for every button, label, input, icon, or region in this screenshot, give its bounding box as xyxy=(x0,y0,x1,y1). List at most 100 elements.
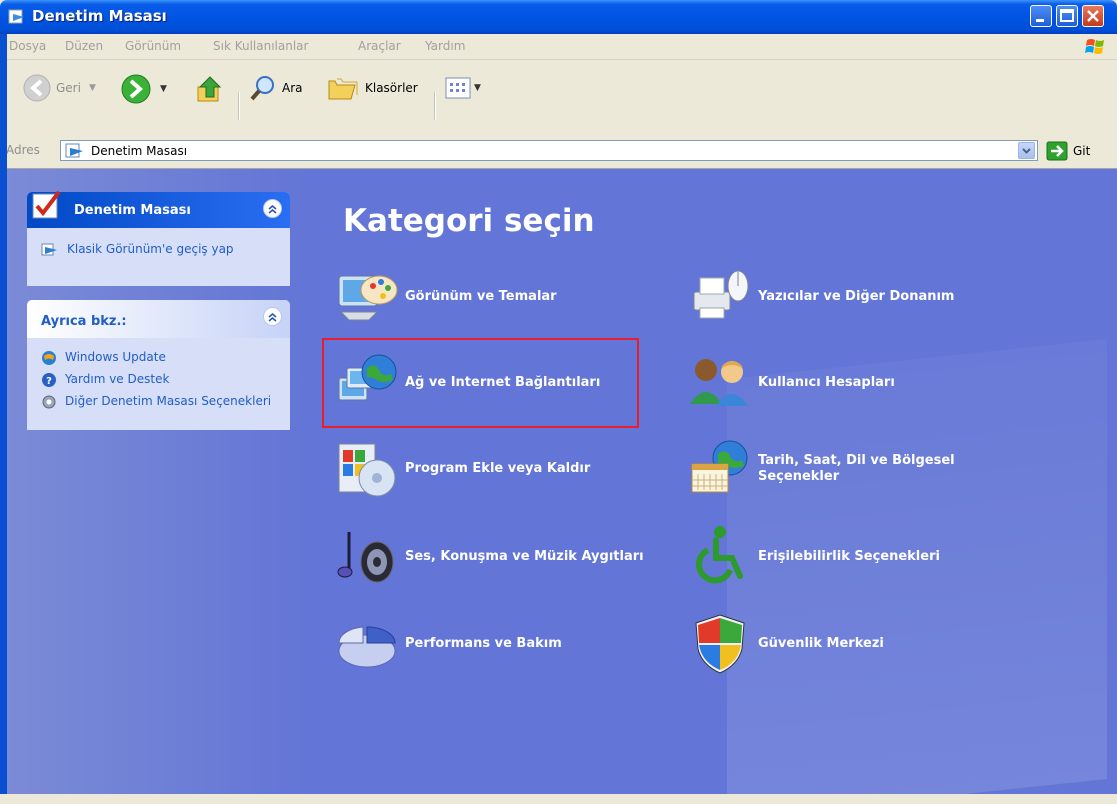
search-icon xyxy=(250,76,274,101)
back-button[interactable]: Geri ▼ xyxy=(22,73,96,103)
printers-hardware-icon xyxy=(693,270,749,319)
control-panel-icon xyxy=(8,9,24,24)
minimize-button[interactable] xyxy=(1030,5,1052,27)
maximize-icon xyxy=(1060,9,1074,22)
go-label: Git xyxy=(1073,144,1091,158)
address-input[interactable]: Denetim Masası xyxy=(60,140,1038,161)
sound-speech-music-icon xyxy=(337,532,394,583)
see-also-taskbox: Ayrıca bkz.: Windows Update ? Yardım ve … xyxy=(27,300,290,430)
appearance-themes-icon xyxy=(338,275,398,321)
other-options-label: Diğer Denetim Masası Seçenekleri xyxy=(65,394,272,408)
window-border xyxy=(0,34,7,804)
up-folder-icon xyxy=(197,76,222,102)
address-label: Adres xyxy=(6,143,40,157)
close-icon xyxy=(1087,10,1099,22)
folders-button[interactable]: Klasörler xyxy=(327,73,418,103)
go-button[interactable]: Git xyxy=(1046,141,1090,161)
windows-update-link[interactable]: Windows Update xyxy=(41,350,278,366)
address-dropdown-button[interactable] xyxy=(1018,142,1035,159)
help-support-link[interactable]: ? Yardım ve Destek xyxy=(41,372,278,388)
window-bottom-border xyxy=(0,794,1117,804)
svg-text:?: ? xyxy=(46,376,52,387)
category-label: Tarih, Saat, Dil ve Bölgesel Seçenekler xyxy=(758,453,955,484)
up-folder-button[interactable] xyxy=(194,73,226,105)
forward-arrow-icon xyxy=(121,74,151,104)
control-panel-taskbox: Denetim Masası Klasik Görünüm'e geçiş ya… xyxy=(27,190,290,286)
category-user-accounts[interactable]: Kullanıcı Hesapları xyxy=(686,348,895,418)
gear-icon xyxy=(42,395,56,409)
category-performance-maintenance[interactable]: Performans ve Bakım xyxy=(333,609,562,679)
collapse-button[interactable] xyxy=(263,307,282,326)
help-icon: ? xyxy=(42,373,56,387)
control-panel-checkmark-icon xyxy=(32,190,61,219)
category-label: Program Ekle veya Kaldır xyxy=(405,461,591,476)
category-label: Kullanıcı Hesapları xyxy=(758,375,895,390)
views-icon xyxy=(445,77,471,99)
category-label: Görünüm ve Temalar xyxy=(405,289,557,304)
chevron-down-icon xyxy=(1022,148,1031,154)
maximize-button[interactable] xyxy=(1056,5,1078,27)
user-accounts-icon xyxy=(690,359,748,406)
menu-help[interactable]: Yardım xyxy=(425,39,465,53)
highlight-box xyxy=(322,338,639,428)
performance-maintenance-icon xyxy=(338,626,396,668)
menu-tools[interactable]: Araçlar xyxy=(358,39,401,53)
category-label: Ses, Konuşma ve Müzik Aygıtları xyxy=(405,549,644,564)
toolbar-separator xyxy=(238,92,240,120)
forward-dropdown-icon[interactable]: ▼ xyxy=(160,84,167,94)
switch-classic-view-label: Klasik Görünüm'e geçiş yap xyxy=(67,242,234,256)
go-arrow-icon xyxy=(1046,141,1068,161)
back-label: Geri xyxy=(56,81,81,95)
windows-update-icon xyxy=(42,351,56,365)
category-label: Güvenlik Merkezi xyxy=(758,636,884,651)
other-options-link[interactable]: Diğer Denetim Masası Seçenekleri xyxy=(41,394,278,410)
window-title: Denetim Masası xyxy=(32,7,167,25)
forward-button[interactable]: ▼ xyxy=(120,73,167,105)
collapse-button[interactable] xyxy=(263,199,282,218)
search-button[interactable]: Ara xyxy=(248,73,303,103)
accessibility-icon xyxy=(696,526,743,584)
menu-favorites[interactable]: Sık Kullanılanlar xyxy=(213,39,308,53)
taskbox-title: Ayrıca bkz.: xyxy=(41,314,127,329)
category-add-remove-programs[interactable]: Program Ekle veya Kaldır xyxy=(333,434,590,504)
category-sound-speech-music[interactable]: Ses, Konuşma ve Müzik Aygıtları xyxy=(333,522,644,592)
category-appearance-themes[interactable]: Görünüm ve Temalar xyxy=(333,262,557,332)
folders-label: Klasörler xyxy=(365,81,418,95)
back-dropdown-icon[interactable]: ▼ xyxy=(89,83,96,93)
windows-logo-icon xyxy=(1085,39,1104,54)
category-date-time-language[interactable]: Tarih, Saat, Dil ve Bölgesel Seçenekler xyxy=(686,434,988,504)
windows-update-label: Windows Update xyxy=(65,350,166,364)
menu-bar: Dosya Düzen Görünüm Sık Kullanılanlar Ar… xyxy=(0,34,1117,60)
date-time-language-icon xyxy=(691,440,748,493)
back-arrow-icon xyxy=(23,74,51,102)
category-security-center[interactable]: Güvenlik Merkezi xyxy=(686,609,884,679)
views-dropdown-icon[interactable]: ▼ xyxy=(474,83,481,93)
add-remove-programs-icon xyxy=(338,443,396,497)
see-also-taskbox-header[interactable]: Ayrıca bkz.: xyxy=(27,300,290,338)
help-support-label: Yardım ve Destek xyxy=(65,372,170,386)
control-panel-icon xyxy=(65,143,83,158)
standard-toolbar: Geri ▼ ▼ Ara Klasörler ▼ xyxy=(0,60,1117,133)
taskbox-title: Denetim Masası xyxy=(74,203,191,218)
menu-view[interactable]: Görünüm xyxy=(125,39,181,53)
folders-icon xyxy=(328,78,358,100)
minimize-icon xyxy=(1036,19,1044,22)
toolbar-separator xyxy=(434,92,436,120)
address-bar: Adres Denetim Masası Git xyxy=(0,132,1117,169)
title-bar[interactable]: Denetim Masası xyxy=(0,0,1117,34)
close-button[interactable] xyxy=(1082,5,1104,27)
category-accessibility[interactable]: Erişilebilirlik Seçenekleri xyxy=(686,522,940,592)
page-title: Kategori seçin xyxy=(343,203,595,239)
control-panel-window: Denetim Masası Dosya Düzen Görünüm Sık K… xyxy=(0,0,1117,804)
menu-file[interactable]: Dosya xyxy=(9,39,46,53)
control-panel-taskbox-header[interactable]: Denetim Masası xyxy=(27,190,290,228)
switch-classic-view-link[interactable]: Klasik Görünüm'e geçiş yap xyxy=(41,242,278,258)
double-chevron-up-icon xyxy=(268,312,277,322)
views-button[interactable]: ▼ xyxy=(444,74,481,102)
category-printers-hardware[interactable]: Yazıcılar ve Diğer Donanım xyxy=(686,262,954,332)
category-label: Yazıcılar ve Diğer Donanım xyxy=(758,289,955,304)
task-pane: Denetim Masası Klasik Görünüm'e geçiş ya… xyxy=(7,169,307,794)
content-area: Denetim Masası Klasik Görünüm'e geçiş ya… xyxy=(7,169,1117,794)
menu-edit[interactable]: Düzen xyxy=(65,39,103,53)
category-label: Erişilebilirlik Seçenekleri xyxy=(758,549,940,564)
